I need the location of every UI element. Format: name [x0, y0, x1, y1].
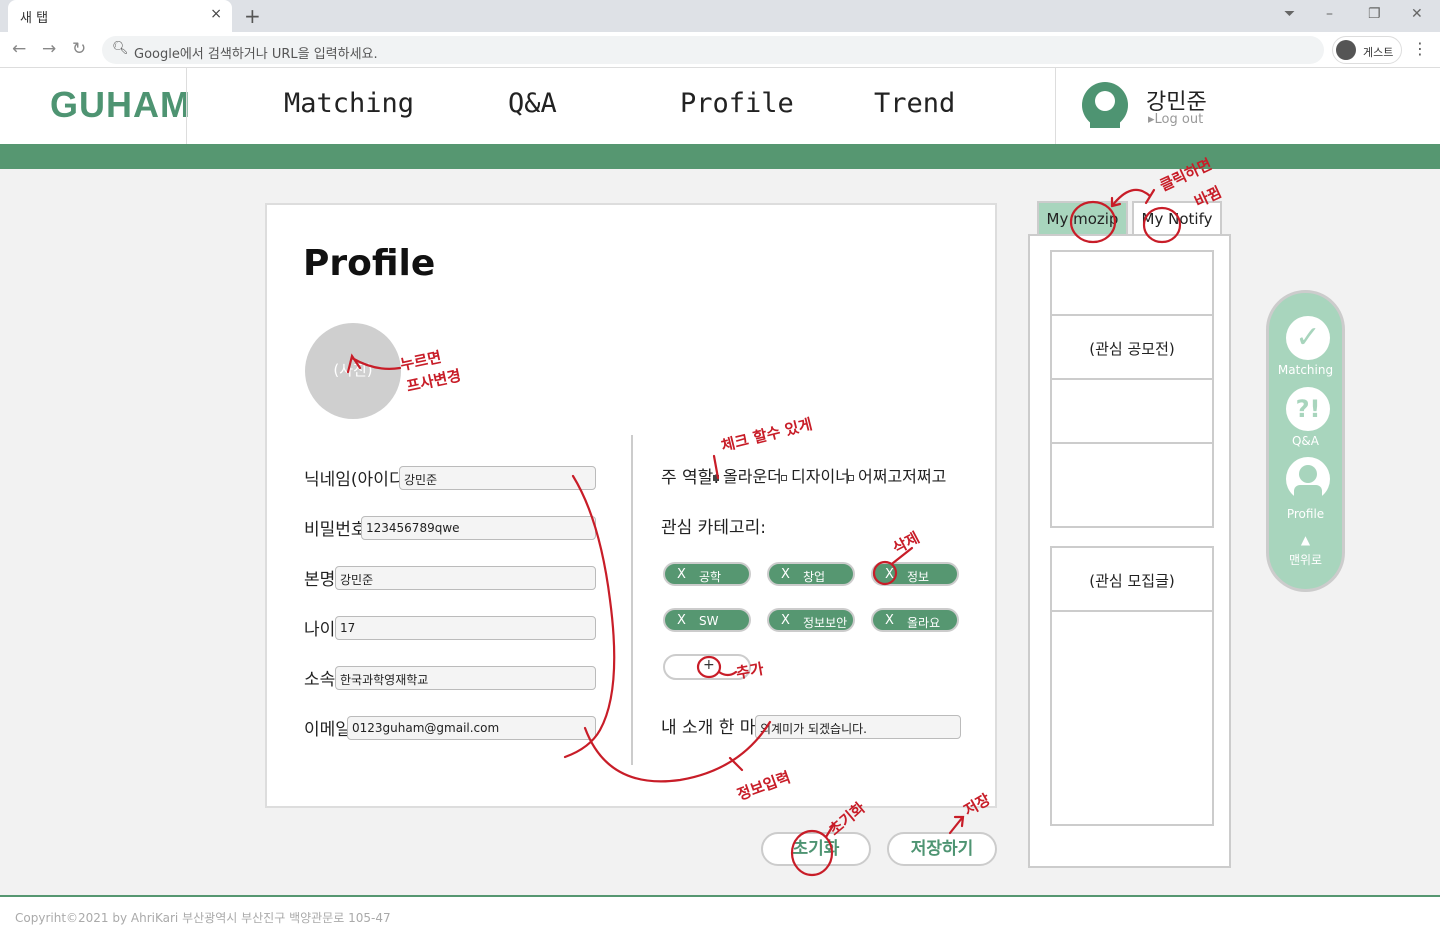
- chip-remove-icon[interactable]: X: [781, 613, 790, 628]
- role-option-designer[interactable]: 디자이너: [781, 463, 850, 487]
- nav-matching[interactable]: Matching: [284, 88, 414, 119]
- category-label: 관심 카테고리:: [661, 518, 766, 538]
- logout-label: Log out: [1154, 112, 1204, 127]
- browser-toolbar: ← → ↻ 🔍︎ Google에서 검색하거나 URL을 입력하세요. 게스트 …: [0, 32, 1440, 68]
- role-option-etc[interactable]: 어쩌고저쩌고: [848, 463, 946, 487]
- category-chip: X 올라요: [871, 608, 959, 632]
- tab-title: 새 탭: [20, 11, 49, 26]
- site-header: GUHAM Matching Q&A Profile Trend 강민준 ▸Lo…: [0, 68, 1440, 144]
- logout-link[interactable]: ▸Log out: [1148, 112, 1203, 127]
- address-bar[interactable]: 🔍︎ Google에서 검색하거나 URL을 입력하세요.: [102, 36, 1324, 64]
- interest-post-list: (관심 모집글): [1050, 546, 1214, 826]
- chip-label: 올라요: [907, 616, 941, 630]
- check-icon[interactable]: ✓: [1286, 316, 1330, 360]
- site-logo[interactable]: GUHAM: [50, 84, 191, 126]
- role-option-label: 어쩌고저쩌고: [858, 467, 947, 486]
- nav-qa[interactable]: Q&A: [508, 88, 557, 119]
- interest-post-label[interactable]: (관심 모집글): [1052, 570, 1212, 591]
- reload-icon[interactable]: ↻: [72, 39, 86, 59]
- close-window-icon[interactable]: ✕: [1411, 6, 1423, 22]
- chip-label: 창업: [803, 570, 826, 584]
- tab-close-icon[interactable]: ×: [210, 6, 222, 22]
- quick-profile-label[interactable]: Profile: [1269, 507, 1342, 521]
- arrow-up-icon[interactable]: ▲: [1269, 533, 1342, 547]
- chip-label: 공학: [699, 570, 722, 584]
- profile-menu-icon[interactable]: ⏷: [1284, 6, 1295, 22]
- interest-contest-label[interactable]: (관심 공모전): [1052, 338, 1212, 359]
- chip-remove-icon[interactable]: X: [677, 567, 686, 582]
- browser-menu-icon[interactable]: ⋮: [1412, 39, 1428, 58]
- role-label: 주 역할:: [661, 468, 720, 488]
- tab-my-mozip[interactable]: My mozip: [1037, 201, 1128, 234]
- list-divider: [1052, 442, 1212, 444]
- list-divider: [1052, 314, 1212, 316]
- guest-label: 게스트: [1363, 46, 1394, 59]
- role-option-label: 디자이너: [791, 467, 850, 486]
- page-title: Profile: [303, 243, 436, 284]
- profile-button[interactable]: 게스트: [1332, 36, 1402, 64]
- scroll-top-label[interactable]: 맨위로: [1269, 551, 1342, 568]
- header-band: [0, 144, 1440, 169]
- chip-remove-icon[interactable]: X: [885, 613, 894, 628]
- checkbox-icon[interactable]: [781, 474, 787, 481]
- nav-profile[interactable]: Profile: [680, 88, 794, 119]
- forward-icon[interactable]: →: [42, 39, 56, 59]
- role-option-label: 올라운더: [723, 467, 782, 486]
- plus-icon: +: [703, 657, 715, 673]
- profile-photo[interactable]: (사진): [305, 323, 401, 419]
- email-field[interactable]: 0123guham@gmail.com: [347, 716, 596, 740]
- quick-menu: ✓ Matching ?! Q&A Profile ▲ 맨위로: [1266, 290, 1345, 592]
- guest-avatar-icon: [1336, 40, 1356, 60]
- question-exclaim-icon[interactable]: ?!: [1286, 387, 1330, 431]
- category-chip: X 정보: [871, 562, 959, 586]
- column-divider: [631, 435, 633, 765]
- user-avatar-icon[interactable]: [1082, 82, 1128, 128]
- minimize-icon[interactable]: –: [1326, 6, 1333, 22]
- role-option-allrounder[interactable]: 올라운더: [713, 463, 782, 487]
- affiliation-field[interactable]: 한국과학영재학교: [335, 666, 596, 690]
- browser-tab-bar: 새 탭 × + ⏷ – ❐ ✕: [0, 0, 1440, 32]
- interest-contest-list: (관심 공모전): [1050, 250, 1214, 528]
- chip-label: 정보: [907, 570, 930, 584]
- photo-label: (사진): [333, 361, 373, 379]
- checkbox-checked-icon[interactable]: [713, 474, 719, 481]
- intro-field[interactable]: 외계미가 되겠습니다.: [755, 715, 961, 739]
- mozip-panel: (관심 공모전) (관심 모집글): [1028, 234, 1231, 868]
- list-divider: [1052, 378, 1212, 380]
- profile-card: Profile (사진) 닉네임(아이디): 강민준 비밀번호: 1234567…: [265, 203, 997, 808]
- list-divider: [1052, 610, 1212, 612]
- new-tab-button[interactable]: +: [244, 4, 261, 28]
- chip-label: 정보보안: [803, 616, 848, 630]
- nav-trend[interactable]: Trend: [874, 88, 955, 119]
- footer-text: Copyriht©2021 by AhriKari 부산광역시 부산진구 백양관…: [15, 911, 391, 925]
- category-chip: X 창업: [767, 562, 855, 586]
- quick-qa-label[interactable]: Q&A: [1269, 434, 1342, 448]
- checkbox-icon[interactable]: [848, 474, 854, 481]
- address-placeholder: Google에서 검색하거나 URL을 입력하세요.: [134, 47, 378, 62]
- category-chip: X 정보보안: [767, 608, 855, 632]
- category-chip: X 공학: [663, 562, 751, 586]
- quick-matching-label[interactable]: Matching: [1269, 363, 1342, 377]
- save-button[interactable]: 저장하기: [887, 832, 997, 866]
- chip-remove-icon[interactable]: X: [885, 567, 894, 582]
- age-field[interactable]: 17: [335, 616, 596, 640]
- header-divider: [1055, 68, 1056, 144]
- chip-label: SW: [699, 614, 719, 628]
- chip-remove-icon[interactable]: X: [677, 613, 686, 628]
- realname-field[interactable]: 강민준: [335, 566, 596, 590]
- password-field[interactable]: 123456789qwe: [361, 516, 596, 540]
- restore-icon[interactable]: ❐: [1368, 6, 1381, 22]
- browser-tab[interactable]: 새 탭 ×: [8, 0, 232, 32]
- category-chip: X SW: [663, 608, 751, 632]
- profile-icon[interactable]: [1286, 457, 1330, 501]
- search-icon: 🔍︎: [112, 41, 129, 56]
- back-icon[interactable]: ←: [12, 39, 26, 59]
- reset-button[interactable]: 초기화: [761, 832, 871, 866]
- chip-remove-icon[interactable]: X: [781, 567, 790, 582]
- nickname-field[interactable]: 강민준: [399, 466, 596, 490]
- site-footer: Copyriht©2021 by AhriKari 부산광역시 부산진구 백양관…: [0, 897, 1440, 938]
- header-divider: [186, 68, 187, 144]
